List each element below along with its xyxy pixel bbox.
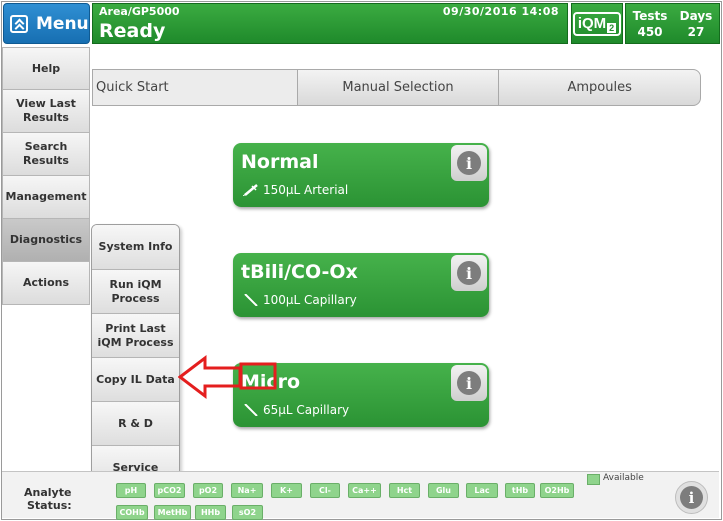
menu-label: Menu: [36, 13, 89, 34]
tests-label: Tests: [632, 9, 668, 23]
analyte-chip: Hct: [389, 483, 420, 498]
info-button[interactable]: i: [451, 255, 487, 291]
diagnostics-submenu: System Info Run iQM Process Print Last i…: [91, 224, 180, 490]
test-mode-tabs: Quick Start Manual Selection Ampoules: [92, 69, 701, 106]
analyte-chip: Lac: [466, 483, 498, 498]
panel-subtitle-text: 150µL Arterial: [263, 183, 349, 197]
info-icon: i: [457, 261, 481, 285]
available-legend-label: Available: [603, 473, 644, 483]
tests-remaining: Tests 450: [628, 9, 672, 39]
menu-button[interactable]: Menu: [3, 3, 90, 44]
panel-subtitle: 65µL Capillary: [243, 403, 349, 417]
date-time: 09/30/2016 14:08: [442, 5, 559, 18]
sidebar-item-help[interactable]: Help: [2, 47, 90, 90]
sidebar-menu: Help View Last Results Search Results Ma…: [2, 47, 90, 305]
analyte-chip: HHb: [195, 505, 226, 520]
submenu-item-run-iqm-process[interactable]: Run iQM Process: [92, 269, 179, 313]
tests-value: 450: [637, 25, 663, 39]
info-icon: i: [680, 486, 703, 509]
area-name: Area/GP5000: [99, 5, 180, 18]
capillary-icon: [244, 294, 258, 306]
syringe-icon: [243, 184, 258, 196]
available-legend-swatch: [587, 474, 600, 485]
tab-ampoules[interactable]: Ampoules: [498, 70, 700, 105]
analyte-chip: MetHb: [154, 505, 191, 520]
info-icon: i: [457, 151, 481, 175]
panel-normal[interactable]: Normal 150µL Arterial i: [233, 143, 489, 207]
analyte-chip: pCO2: [154, 483, 185, 498]
panel-title: Normal: [241, 151, 319, 173]
analyte-chip: Na+: [231, 483, 263, 498]
iqm-logo-icon: iQM 2: [572, 11, 622, 36]
submenu-item-r-and-d[interactable]: R & D: [92, 401, 179, 445]
analyte-chip: Cl-: [310, 483, 340, 498]
menu-collapse-icon: [10, 14, 28, 33]
days-remaining: Days 27: [674, 9, 718, 39]
sidebar-item-actions[interactable]: Actions: [2, 262, 90, 305]
panel-subtitle-text: 65µL Capillary: [263, 403, 350, 417]
days-label: Days: [679, 9, 713, 23]
info-icon: i: [457, 371, 481, 395]
tab-quick-start[interactable]: Quick Start: [93, 70, 297, 105]
panel-subtitle: 150µL Arterial: [243, 183, 348, 197]
sidebar-item-search-results[interactable]: Search Results: [2, 133, 90, 176]
bottom-info-button[interactable]: i: [675, 481, 708, 514]
submenu-item-system-info[interactable]: System Info: [92, 225, 179, 269]
analyte-chip: tHb: [505, 483, 535, 498]
analyte-chip: COHb: [116, 505, 148, 520]
analyte-chip: O2Hb: [540, 483, 574, 498]
iqm-status-button[interactable]: iQM 2: [571, 3, 623, 44]
info-button[interactable]: i: [451, 145, 487, 181]
iqm-label: iQM: [577, 14, 607, 32]
sidebar-item-management[interactable]: Management: [2, 176, 90, 219]
analyte-chip: Glu: [428, 483, 459, 498]
panel-subtitle: 100µL Capillary: [243, 293, 357, 307]
analyte-chip: pO2: [193, 483, 223, 498]
status-bar: Area/GP5000 Ready 09/30/2016 14:08: [92, 3, 568, 44]
panel-tbili-co-ox[interactable]: tBili/CO-Ox 100µL Capillary i: [233, 253, 489, 317]
days-value: 27: [687, 25, 705, 39]
system-status: Ready: [99, 20, 166, 42]
sidebar-item-diagnostics[interactable]: Diagnostics: [2, 219, 90, 262]
submenu-item-print-last-iqm-process[interactable]: Print Last iQM Process: [92, 313, 179, 357]
analyte-label-line2: Status:: [27, 499, 72, 512]
cartridge-counts[interactable]: Tests 450 Days 27: [625, 3, 720, 44]
iqm-badge: 2: [607, 22, 617, 33]
analyte-chip: pH: [116, 483, 146, 498]
tab-manual-selection[interactable]: Manual Selection: [296, 70, 499, 105]
analyte-chip: sO2: [232, 505, 263, 520]
capillary-icon: [244, 404, 258, 416]
sidebar-item-view-last-results[interactable]: View Last Results: [2, 90, 90, 133]
analyte-chip: Ca++: [348, 483, 381, 498]
submenu-item-copy-il-data[interactable]: Copy IL Data: [92, 357, 179, 401]
info-button[interactable]: i: [451, 365, 487, 401]
analyte-chip: K+: [271, 483, 302, 498]
callout-arrow-icon: [178, 354, 277, 400]
analyte-status-label: Analyte Status:: [24, 486, 72, 512]
panel-title: tBili/CO-Ox: [241, 261, 358, 283]
panel-subtitle-text: 100µL Capillary: [263, 293, 357, 307]
analyte-label-line1: Analyte: [24, 486, 72, 499]
